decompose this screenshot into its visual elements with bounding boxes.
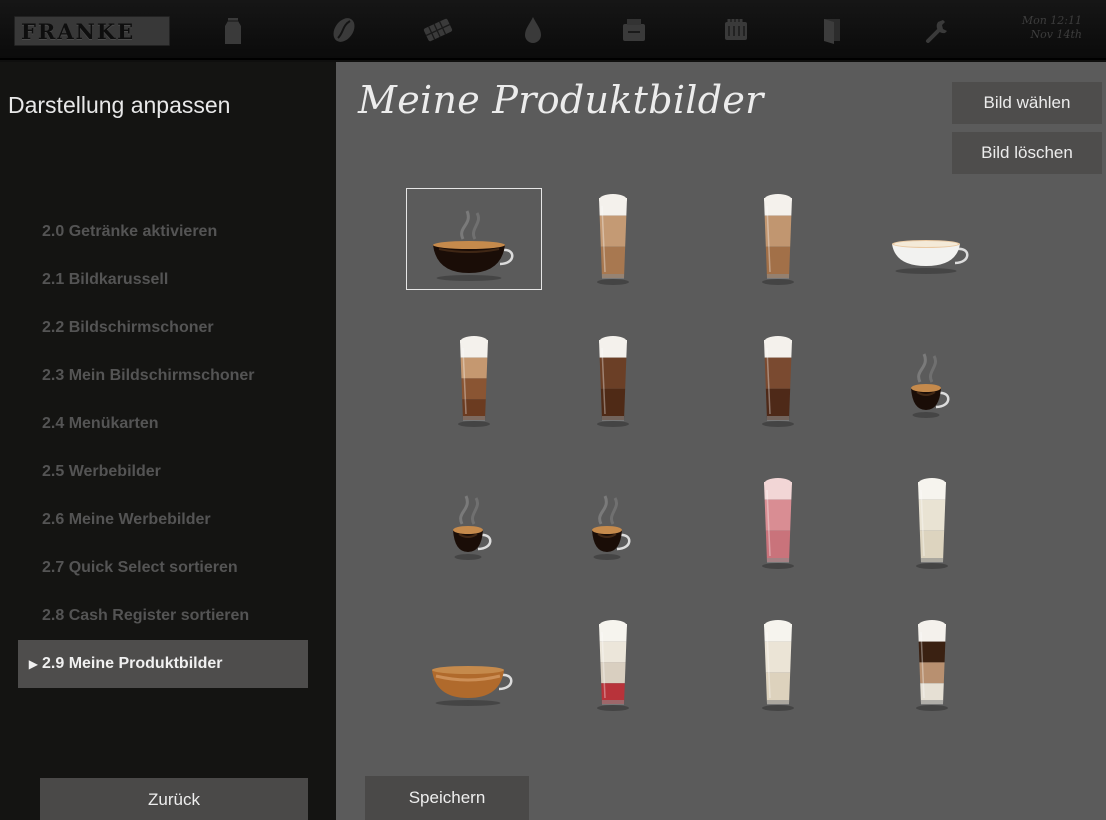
sidebar-item-label: 2.9 Meine Produktbilder [42, 655, 223, 672]
top-bar: FRANKE Mon 12:11 Nov 14th [0, 0, 1106, 60]
product-image-hot-chocolate-glass[interactable] [545, 330, 681, 432]
wrench-icon[interactable] [918, 12, 954, 48]
sidebar: Darstellung anpassen 2.0 Getränke aktivi… [0, 62, 336, 820]
product-image-latte-macchiato-glass[interactable] [864, 614, 1000, 716]
sidebar-item-label: 2.6 Meine Werbebilder [42, 511, 211, 528]
cleaning-icon[interactable] [616, 12, 652, 48]
sidebar-item[interactable]: ▶ 2.9 Meine Produktbilder [18, 640, 308, 688]
product-image-strawberry-shake-glass[interactable] [710, 472, 846, 574]
cappuccino-cup-image [892, 240, 969, 274]
product-image-espresso-cup[interactable] [406, 472, 542, 574]
water-drop-icon[interactable] [515, 12, 551, 48]
sidebar-item[interactable]: 2.0 Getränke aktivieren [18, 208, 308, 256]
product-image-latte-glass[interactable] [545, 188, 681, 290]
latte-glass-image [597, 194, 629, 285]
sidebar-item-label: 2.0 Getränke aktivieren [42, 223, 218, 240]
product-image-milk-glass[interactable] [710, 614, 846, 716]
product-image-cafe-creme-cup[interactable] [406, 614, 542, 716]
chocolate-icon[interactable] [420, 12, 456, 48]
coffee-bean-icon[interactable] [326, 12, 362, 48]
hot-chocolate-glass-image [597, 336, 629, 427]
hot-chocolate-glass-image [762, 336, 794, 427]
espresso-cup-image [911, 353, 950, 418]
product-image-layered-latte-glass[interactable] [406, 330, 542, 432]
cafe-creme-cup-image [432, 666, 513, 706]
product-image-cappuccino-cup[interactable] [864, 188, 1000, 290]
milk-glass-image [762, 620, 794, 711]
back-button[interactable]: Zurück [40, 778, 308, 820]
choose-image-button[interactable]: Bild wählen [952, 82, 1102, 124]
latte-syrup-glass-image [597, 620, 629, 711]
sidebar-item-label: 2.8 Cash Register sortieren [42, 607, 250, 624]
sidebar-item[interactable]: 2.3 Mein Bildschirmschoner [18, 352, 308, 400]
main-panel: Meine Produktbilder Bild wählen Bild lös… [336, 62, 1106, 820]
strawberry-shake-glass-image [762, 478, 794, 569]
sidebar-item-label: 2.3 Mein Bildschirmschoner [42, 367, 255, 384]
sidebar-item[interactable]: 2.8 Cash Register sortieren [18, 592, 308, 640]
save-button[interactable]: Speichern [365, 776, 529, 820]
espresso-cup-image [433, 210, 514, 281]
product-image-espresso-cup[interactable] [864, 330, 1000, 432]
latte-macchiato-glass-image [916, 620, 948, 711]
active-arrow-icon: ▶ [28, 657, 38, 671]
product-image-espresso-cup[interactable] [545, 472, 681, 574]
milk-glass-image [916, 478, 948, 569]
sidebar-item[interactable]: 2.6 Meine Werbebilder [18, 496, 308, 544]
time-text: Mon 12:11 [1021, 14, 1082, 27]
espresso-cup-image [592, 495, 631, 560]
sidebar-item-label: 2.1 Bildkarussell [42, 271, 169, 288]
date-text: Nov 14th [1030, 28, 1082, 41]
layered-latte-glass-image [458, 336, 490, 427]
sidebar-item[interactable]: 2.1 Bildkarussell [18, 256, 308, 304]
sidebar-item-label: 2.2 Bildschirmschoner [42, 319, 214, 336]
sidebar-item-label: 2.5 Werbebilder [42, 463, 161, 480]
franke-logo: FRANKE [14, 16, 170, 46]
sidebar-item[interactable]: 2.5 Werbebilder [18, 448, 308, 496]
page-title: Meine Produktbilder [358, 78, 764, 122]
sidebar-item[interactable]: 2.7 Quick Select sortieren [18, 544, 308, 592]
milk-icon[interactable] [215, 12, 251, 48]
product-image-hot-chocolate-glass[interactable] [710, 330, 846, 432]
sidebar-item-label: 2.7 Quick Select sortieren [42, 559, 238, 576]
sidebar-item[interactable]: 2.2 Bildschirmschoner [18, 304, 308, 352]
espresso-cup-image [453, 495, 492, 560]
date-time: Mon 12:11 Nov 14th [1012, 14, 1082, 42]
delete-image-button[interactable]: Bild löschen [952, 132, 1102, 174]
sidebar-item-label: 2.4 Menükarten [42, 415, 159, 432]
sidebar-title: Darstellung anpassen [8, 92, 231, 118]
product-image-latte-syrup-glass[interactable] [545, 614, 681, 716]
cup-stack-icon[interactable] [718, 12, 754, 48]
product-image-milk-glass[interactable] [864, 472, 1000, 574]
sidebar-item[interactable]: 2.4 Menükarten [18, 400, 308, 448]
latte-glass-image [762, 194, 794, 285]
product-image-latte-glass[interactable] [710, 188, 846, 290]
product-image-espresso-cup[interactable] [406, 188, 542, 290]
door-icon[interactable] [814, 12, 850, 48]
